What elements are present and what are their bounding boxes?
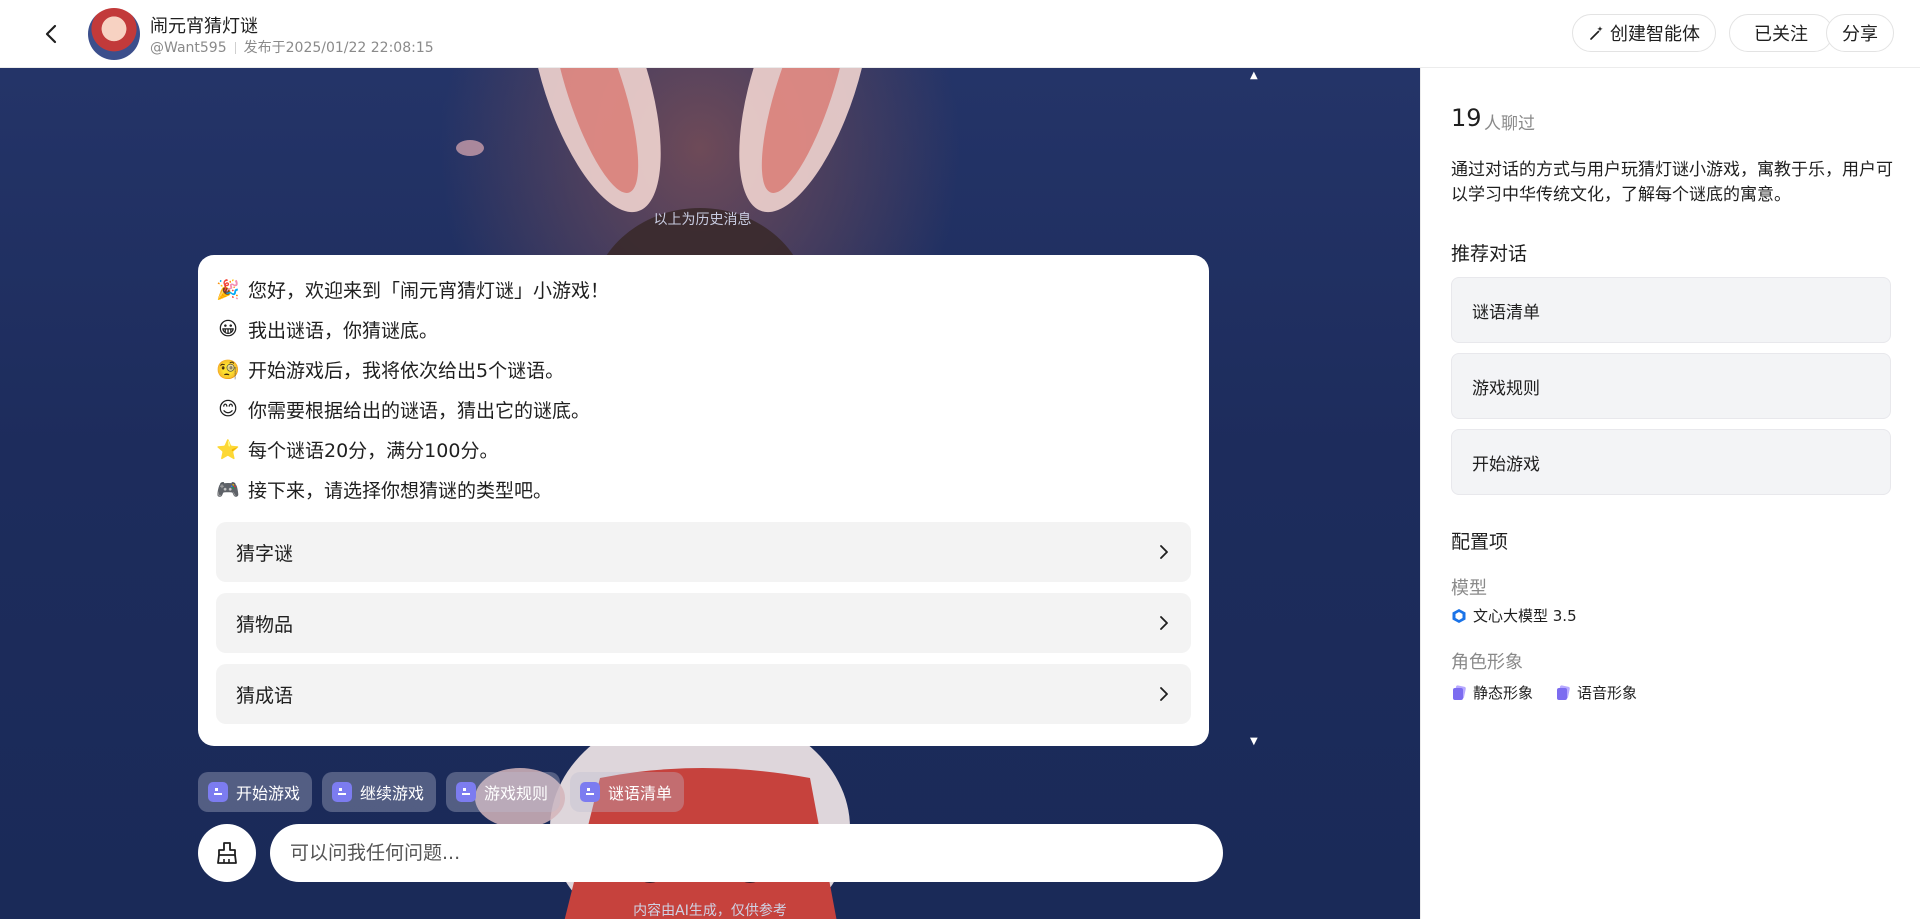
role-label: 角色形象 [1451,652,1523,673]
chevron-right-icon [1160,687,1168,701]
agent-title: 闹元宵猜灯谜 [150,16,258,37]
magic-wand-icon [1590,26,1603,40]
message-line: 🎮 接下来，请选择你想猜谜的类型吧。 [216,469,1191,509]
option-label: 猜字谜 [236,542,294,565]
message-line: 🧐 开始游戏后，我将依次给出5个谜语。 [216,349,1191,389]
chevron-right-icon [1160,616,1168,630]
author-handle[interactable]: @Want595 [150,40,227,56]
agent-info-panel: 19 人聊过 通过对话的方式与用户玩猜灯谜小游戏，寓教于乐，用户可以学习中华传统… [1420,68,1920,919]
share-button[interactable]: 分享 [1826,14,1894,52]
back-arrow-icon[interactable] [40,22,64,46]
meta-divider [234,42,236,54]
chip-continue-game[interactable]: 继续游戏 [322,772,437,812]
message-text: 你需要根据给出的谜语，猜出它的谜底。 [248,399,591,422]
role-voice-label: 语音形象 [1577,684,1638,702]
smiling-face-icon: 😊 [218,398,238,420]
voice-image-icon [1557,684,1570,700]
agent-meta: @Want595 发布于2025/01/22 22:08:15 [150,37,434,57]
option-label: 猜成语 [236,684,294,707]
recommend-riddle-list[interactable]: 谜语清单 [1451,277,1891,343]
chevron-right-icon [1160,545,1168,559]
star-icon: ⭐ [216,438,240,461]
chip-riddle-list[interactable]: 谜语清单 [570,772,685,812]
create-agent-label: 创建智能体 [1610,24,1700,45]
ai-disclaimer: 内容由AI生成，仅供参考 [633,903,787,919]
history-divider: 以上为历史消息 [653,212,752,228]
party-popper-icon: 🎉 [216,278,240,301]
broom-icon [217,842,237,864]
chip-label: 游戏规则 [484,784,549,803]
option-label: 猜物品 [236,613,294,636]
role-static[interactable]: 静态形象 [1451,682,1533,703]
chat-input[interactable] [270,824,1223,882]
option-guess-character[interactable]: 猜字谜 [216,522,1191,582]
message-text: 我出谜语，你猜谜底。 [248,319,439,342]
chat-count-label: 人聊过 [1484,114,1535,134]
model-name: 文心大模型 3.5 [1473,607,1577,625]
scroll-down-indicator[interactable]: ▼ [1250,736,1258,747]
agent-avatar[interactable] [88,8,140,60]
chip-start-game[interactable]: 开始游戏 [198,772,313,812]
create-agent-button[interactable]: 创建智能体 [1572,14,1716,52]
chip-label: 继续游戏 [360,784,425,803]
model-cube-icon [1452,608,1466,623]
message-text: 接下来，请选择你想猜谜的类型吧。 [248,479,553,502]
message-text: 每个谜语20分，满分100分。 [248,439,499,462]
clear-chat-button[interactable] [198,824,256,882]
model-label: 模型 [1451,578,1487,599]
recommend-title: 推荐对话 [1451,243,1528,265]
option-guess-idiom[interactable]: 猜成语 [216,664,1191,724]
config-title: 配置项 [1451,531,1509,553]
message-text: 您好，欢迎来到「闹元宵猜灯谜」小游戏！ [248,279,610,302]
chat-area: ▲ 以上为历史消息 🎉 您好，欢迎来到「闹元宵猜灯谜」小游戏！ 😀 我出谜语，你猜谜… [0,68,1420,919]
top-bar: 闹元宵猜灯谜 @Want595 发布于2025/01/22 22:08:15 创建… [0,0,1920,68]
agent-description: 通过对话的方式与用户玩猜灯谜小游戏，寓教于乐，用户可以学习中华传统文化，了解每个… [1451,160,1893,205]
message-line: 😊 你需要根据给出的谜语，猜出它的谜底。 [216,389,1191,429]
message-line: 🎉 您好，欢迎来到「闹元宵猜灯谜」小游戏！ [216,269,1191,309]
publish-time: 发布于2025/01/22 22:08:15 [243,40,434,56]
chat-bubble-icon [332,782,353,802]
role-static-label: 静态形象 [1473,684,1534,702]
monocle-face-icon: 🧐 [216,358,240,381]
option-guess-object[interactable]: 猜物品 [216,593,1191,653]
bot-message-card: 🎉 您好，欢迎来到「闹元宵猜灯谜」小游戏！ 😀 我出谜语，你猜谜底。 🧐 开始游戏后，… [198,255,1209,746]
message-line: ⭐ 每个谜语20分，满分100分。 [216,429,1191,469]
grinning-face-icon: 😀 [218,318,238,340]
recommend-start-game[interactable]: 开始游戏 [1451,429,1891,495]
chip-label: 谜语清单 [608,784,673,803]
message-text: 开始游戏后，我将依次给出5个谜语。 [248,359,565,382]
game-controller-icon: 🎮 [216,478,240,501]
chat-count: 19 [1451,104,1482,132]
quick-action-chips: 开始游戏 继续游戏 游戏规则 谜语清单 [198,772,685,812]
recommend-game-rules[interactable]: 游戏规则 [1451,353,1891,419]
chip-label: 开始游戏 [236,784,301,803]
chat-bubble-icon [456,782,477,802]
message-line: 😀 我出谜语，你猜谜底。 [216,309,1191,349]
chat-bubble-icon [208,782,228,802]
chip-game-rules[interactable]: 游戏规则 [446,772,561,812]
model-value: 文心大模型 3.5 [1451,605,1577,626]
follow-button[interactable]: 已关注 [1729,14,1833,52]
role-voice[interactable]: 语音形象 [1555,682,1637,703]
chat-bubble-icon [580,782,601,802]
static-image-icon [1453,684,1466,700]
scroll-up-indicator[interactable]: ▲ [1250,70,1258,81]
